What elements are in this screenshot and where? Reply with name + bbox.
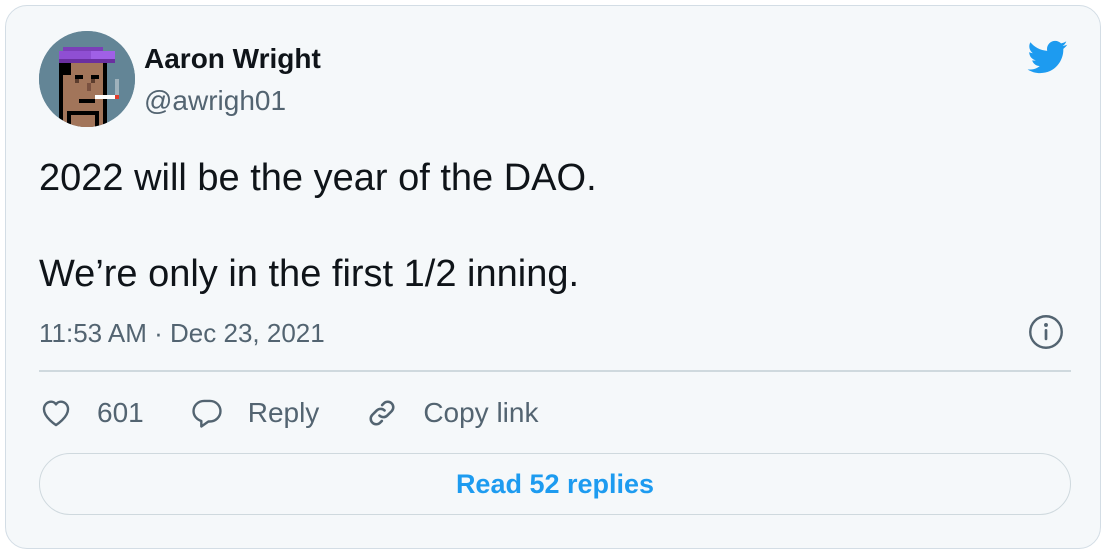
reply-label: Reply <box>247 397 320 428</box>
speech-bubble-icon <box>192 399 222 428</box>
copy-link-label: Copy link <box>423 397 539 428</box>
twitter-bird-icon[interactable] <box>1022 36 1072 78</box>
tweet-line-1: 2022 will be the year of the DAO. <box>39 157 597 199</box>
author-handle[interactable]: @awrigh01 <box>144 83 286 119</box>
divider <box>39 370 1071 372</box>
pixel-punk-avatar-icon <box>39 31 135 127</box>
author-name[interactable]: Aaron Wright <box>144 41 321 77</box>
tweet-timestamp[interactable]: 11:53 AM · Dec 23, 2021 <box>39 316 325 350</box>
copy-link-button[interactable]: Copy link <box>365 395 538 431</box>
heart-icon <box>42 400 70 427</box>
tweet-card: Aaron Wright @awrigh01 2022 will be the … <box>5 5 1101 549</box>
like-button[interactable]: 601 <box>39 395 144 431</box>
tweet-line-2: We’re only in the first 1/2 inning. <box>39 253 580 295</box>
tweet-text: 2022 will be the year of the DAO. We’re … <box>39 154 1059 298</box>
avatar[interactable] <box>39 31 135 127</box>
like-count: 601 <box>97 397 144 428</box>
reply-button[interactable]: Reply <box>190 395 320 431</box>
read-replies-button[interactable]: Read 52 replies <box>39 453 1071 515</box>
link-icon <box>369 400 395 426</box>
action-bar: 601 Reply Copy link <box>39 393 584 433</box>
info-icon[interactable] <box>1028 314 1064 350</box>
